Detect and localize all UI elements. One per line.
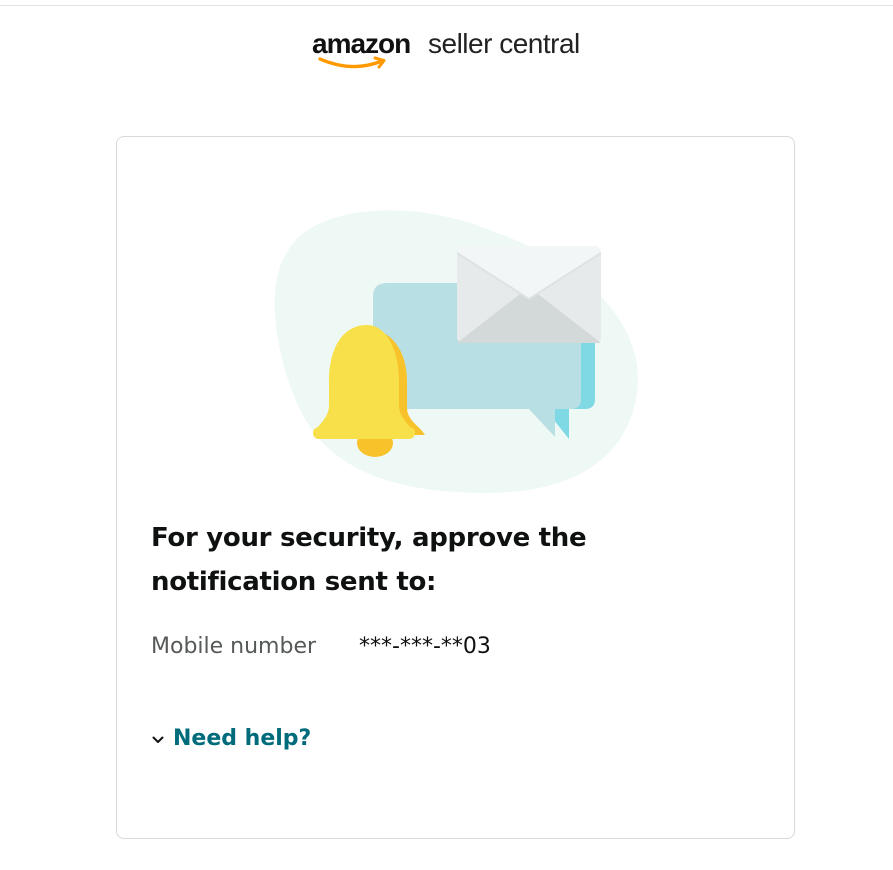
- logo-product-text: seller central: [428, 28, 580, 59]
- top-divider: [0, 5, 893, 6]
- mobile-number-value: ***-***-**03: [359, 634, 491, 659]
- mobile-number-label: Mobile number: [151, 634, 317, 659]
- amazon-smile-icon: [318, 56, 386, 69]
- need-help-toggle[interactable]: Need help?: [151, 726, 311, 751]
- notification-illustration-icon: [274, 210, 638, 494]
- mobile-number-row: Mobile number ***-***-**03: [151, 634, 491, 659]
- amazon-seller-central-logo: amazon seller central: [312, 26, 612, 74]
- page-title: For your security, approve the notificat…: [151, 523, 587, 597]
- need-help-link[interactable]: Need help?: [173, 726, 311, 751]
- verification-card: For your security, approve the notificat…: [116, 136, 795, 839]
- chevron-down-icon: [152, 736, 164, 743]
